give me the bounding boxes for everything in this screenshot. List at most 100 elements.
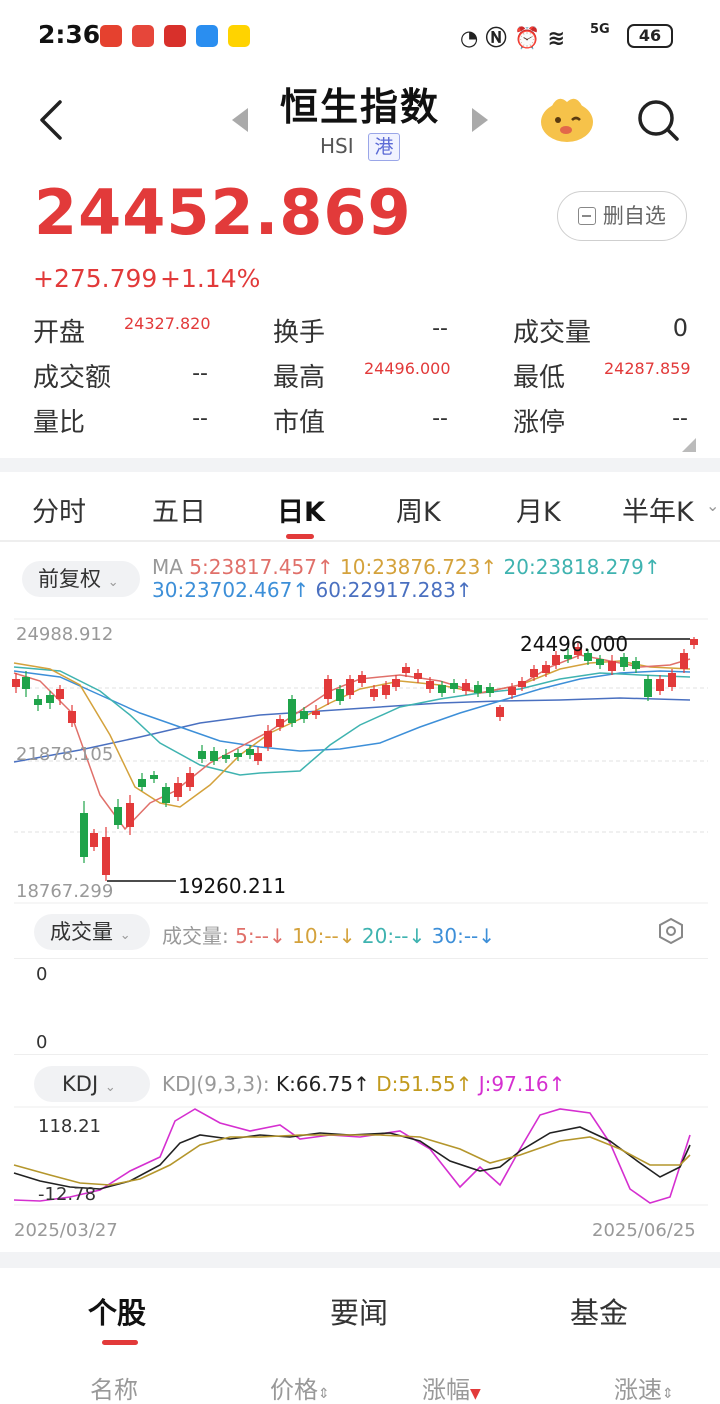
column-price[interactable]: 价格⇕: [270, 1370, 330, 1404]
app-notification-icon: [228, 25, 250, 47]
tab-news[interactable]: 要闻: [330, 1290, 388, 1332]
y-axis-min: 18767.299: [16, 881, 114, 902]
price-change-pct: +1.14%: [160, 264, 261, 293]
remove-favorite-label: 删自选: [602, 204, 666, 228]
adjust-dropdown[interactable]: 前复权 ⌄: [22, 561, 140, 597]
column-name[interactable]: 名称: [90, 1370, 138, 1404]
stat-value-amount: --: [192, 361, 208, 386]
kdj-d: D:51.55↑: [376, 1072, 473, 1096]
ma-60: 60:22917.283↑: [315, 578, 473, 602]
stat-value-open: 24327.820: [124, 314, 211, 333]
candle: [656, 679, 664, 691]
volume-dropdown[interactable]: 成交量 ⌄: [34, 914, 150, 950]
divider: [14, 1054, 708, 1055]
tab-intraday[interactable]: 分时: [32, 490, 86, 529]
volume-axis-bottom: 0: [36, 1032, 48, 1053]
candle: [186, 773, 194, 787]
vol-ma-20: 20:--↓: [361, 924, 426, 948]
stat-value-turnover: --: [432, 316, 448, 341]
signal-icon: ◔ Ⓝ ⏰ ≋: [460, 26, 565, 50]
tab-weekly-k[interactable]: 周K: [396, 490, 441, 529]
candle: [56, 689, 64, 699]
divider: [0, 1252, 720, 1268]
candle: [620, 657, 628, 667]
candle: [668, 673, 676, 687]
candle: [222, 755, 230, 759]
candle: [414, 673, 422, 679]
expand-corner-icon[interactable]: [682, 438, 696, 452]
next-index-arrow[interactable]: [472, 108, 488, 132]
candle: [402, 667, 410, 673]
volume-dropdown-label: 成交量: [50, 920, 113, 944]
candle: [486, 687, 494, 693]
column-price-label: 价格: [270, 1376, 318, 1404]
status-bar: 2:36 ◔ Ⓝ ⏰ ≋ 5G 46: [0, 0, 720, 72]
candle: [12, 679, 20, 687]
candle: [474, 685, 482, 693]
candle: [246, 749, 254, 755]
column-speed[interactable]: 涨速⇕: [614, 1370, 674, 1404]
kdj-label: KDJ(9,3,3):: [162, 1072, 270, 1096]
chevron-down-icon: ⌄: [119, 928, 131, 943]
candle: [438, 685, 446, 693]
divider: [0, 540, 720, 542]
chevron-down-icon: ⌄: [107, 575, 119, 590]
stat-label-turnover: 换手: [273, 318, 326, 348]
remove-favorite-button[interactable]: 删自选: [557, 191, 687, 241]
date-start: 2025/03/27: [14, 1220, 118, 1241]
candle: [632, 661, 640, 669]
candle: [530, 669, 538, 677]
tab-half-year-k[interactable]: 半年K: [622, 490, 694, 529]
vol-ma-30: 30:--↓: [431, 924, 496, 948]
tab-funds[interactable]: 基金: [570, 1290, 628, 1332]
candle: [80, 813, 88, 857]
candle: [264, 731, 272, 747]
column-change-label: 涨幅: [422, 1376, 470, 1404]
candle: [608, 661, 616, 671]
stat-label-amount: 成交额: [33, 363, 112, 393]
price-change: +275.799: [33, 264, 158, 293]
candle: [288, 699, 296, 723]
candle: [508, 687, 516, 695]
candle: [254, 753, 262, 761]
candle: [392, 679, 400, 687]
ma-20: 20:23818.279↑: [503, 555, 661, 579]
column-change[interactable]: 涨幅▼: [422, 1370, 481, 1404]
candle: [210, 751, 218, 761]
kdj-dropdown[interactable]: KDJ ⌄: [34, 1066, 150, 1102]
app-notification-icon: [196, 25, 218, 47]
kdj-j: J:97.16↑: [478, 1072, 566, 1096]
sort-icon: ⇕: [662, 1386, 674, 1402]
candle: [450, 683, 458, 689]
ma-10: 10:23876.723↑: [340, 555, 498, 579]
sort-desc-icon: ▼: [470, 1386, 481, 1402]
candle: [552, 655, 560, 665]
candle: [690, 639, 698, 645]
tab-monthly-k[interactable]: 月K: [516, 490, 561, 529]
stat-label-high: 最高: [273, 363, 326, 393]
stat-value-market-cap: --: [432, 406, 448, 431]
candle: [518, 681, 526, 687]
vol-ma-10: 10:--↓: [292, 924, 356, 948]
app-notification-icon: [132, 25, 154, 47]
candle: [300, 711, 308, 719]
stat-value-volume: 0: [672, 314, 688, 342]
chevron-down-icon[interactable]: ⌄: [706, 496, 719, 515]
mascot-icon[interactable]: [538, 92, 596, 146]
candle: [358, 675, 366, 683]
candle: [382, 685, 390, 695]
candle: [234, 753, 242, 757]
minus-box-icon: [578, 207, 597, 225]
kdj-chart[interactable]: [0, 1105, 720, 1210]
settings-icon[interactable]: [656, 916, 686, 946]
tab-daily-k[interactable]: 日K: [277, 490, 325, 529]
tab-five-day[interactable]: 五日: [152, 490, 206, 529]
vol-ma-5: 5:--↓: [235, 924, 286, 948]
candle: [102, 837, 110, 875]
tab-stocks[interactable]: 个股: [88, 1290, 146, 1332]
candle: [126, 803, 134, 827]
candle: [22, 677, 30, 689]
candle: [198, 751, 206, 759]
search-icon[interactable]: [636, 98, 680, 142]
ma-30: 30:23702.467↑: [152, 578, 310, 602]
